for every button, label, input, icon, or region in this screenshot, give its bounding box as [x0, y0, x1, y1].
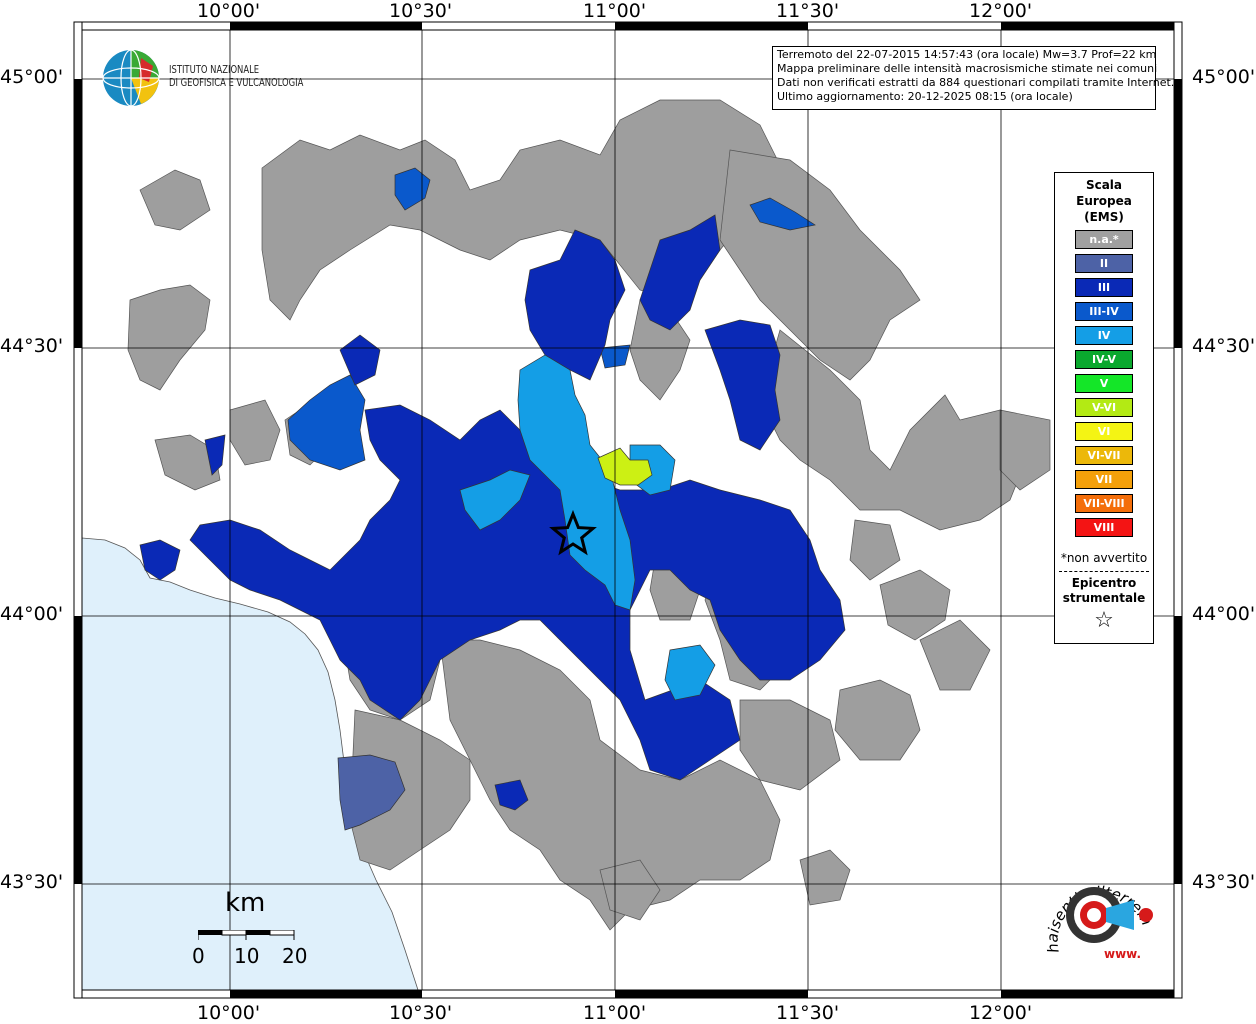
legend-swatch: VIII: [1075, 518, 1133, 537]
legend-swatch: IV: [1075, 326, 1133, 345]
event-info-line4: Ultimo aggiornamento: 20-12-2025 08:15 (…: [777, 90, 1073, 103]
left-lat-label-4: 43°30': [0, 871, 64, 893]
haisentito-badge[interactable]: haisentitoilterremoto.it www.: [1029, 846, 1164, 970]
scale-bar-graphic: [198, 930, 295, 940]
top-lon-label-5: 12°00': [969, 0, 1033, 22]
ingv-logo-line1: ISTITUTO NAZIONALE: [169, 63, 260, 76]
scale-label-20: 20: [282, 944, 308, 968]
right-lat-label-2: 44°30': [1192, 335, 1256, 357]
legend-swatch: n.a.*: [1075, 230, 1133, 249]
legend-swatch: VI-VII: [1075, 446, 1133, 465]
legend-title-line2: Europea: [1076, 194, 1132, 208]
right-lat-label-1: 45°00': [1192, 66, 1256, 88]
ingv-logo: ISTITUTO NAZIONALE DI GEOFISICA E VULCAN…: [101, 48, 311, 110]
legend-swatch: VI: [1075, 422, 1133, 441]
bottom-lon-label-3: 11°00': [583, 1002, 647, 1024]
legend-swatch: VII: [1075, 470, 1133, 489]
bottom-lon-label-5: 12°00': [969, 1002, 1033, 1024]
legend-star-icon: ☆: [1094, 608, 1114, 633]
legend-swatch: IV-V: [1075, 350, 1133, 369]
event-info-line3: Dati non verificati estratti da 884 ques…: [777, 76, 1175, 89]
event-info-box: Terremoto del 22-07-2015 14:57:43 (ora l…: [772, 46, 1175, 110]
legend-swatch: VII-VIII: [1075, 494, 1133, 513]
bottom-lon-label-4: 11°30': [776, 1002, 840, 1024]
globe-icon: [102, 49, 160, 107]
legend-epicenter-line2: strumentale: [1062, 591, 1146, 605]
bottom-lon-label-1: 10°00': [197, 1002, 261, 1024]
intensity-legend: Scala Europea (EMS) n.a.* II III III-IV IV IV…: [1054, 172, 1154, 644]
scale-unit: km: [225, 888, 266, 918]
event-info-line1: Terremoto del 22-07-2015 14:57:43 (ora l…: [777, 48, 1157, 61]
ingv-logo-line2: DI GEOFISICA E VULCANOLOGIA: [169, 76, 304, 89]
legend-swatch: V: [1075, 374, 1133, 393]
legend-title-line1: Scala: [1085, 178, 1123, 192]
top-lon-label-2: 10°30': [389, 0, 453, 22]
left-lat-label-1: 45°00': [0, 66, 64, 88]
legend-swatch: II: [1075, 254, 1133, 273]
top-lon-label-3: 11°00': [583, 0, 647, 22]
legend-swatch: III-IV: [1075, 302, 1133, 321]
legend-swatch: III: [1075, 278, 1133, 297]
scale-bar: km 0 10 20: [192, 888, 322, 978]
right-lat-label-3: 44°00': [1192, 603, 1256, 625]
top-lon-label-1: 10°00': [197, 0, 261, 22]
legend-title-line3: (EMS): [1084, 210, 1124, 224]
scale-label-0: 0: [192, 944, 205, 968]
legend-note: *non avvertito: [1060, 551, 1148, 565]
haisentito-logo-icon: haisentitoilterremoto.it www.: [1029, 846, 1155, 961]
scale-label-10: 10: [234, 944, 260, 968]
event-info-line2: Mappa preliminare delle intensità macros…: [777, 62, 1158, 75]
legend-epicenter-line1: Epicentro: [1071, 576, 1137, 590]
top-lon-label-4: 11°30': [776, 0, 840, 22]
left-lat-label-3: 44°00': [0, 603, 64, 625]
legend-swatch: V-VI: [1075, 398, 1133, 417]
right-lat-label-4: 43°30': [1192, 871, 1256, 893]
bottom-lon-label-2: 10°30': [389, 1002, 453, 1024]
badge-bottom-text: www.: [1104, 947, 1141, 961]
legend-divider: [1059, 571, 1149, 572]
legend-items: n.a.* II III III-IV IV IV-V V V-VI VI VI-VII VII VI…: [1055, 230, 1153, 537]
left-lat-label-2: 44°30': [0, 335, 64, 357]
